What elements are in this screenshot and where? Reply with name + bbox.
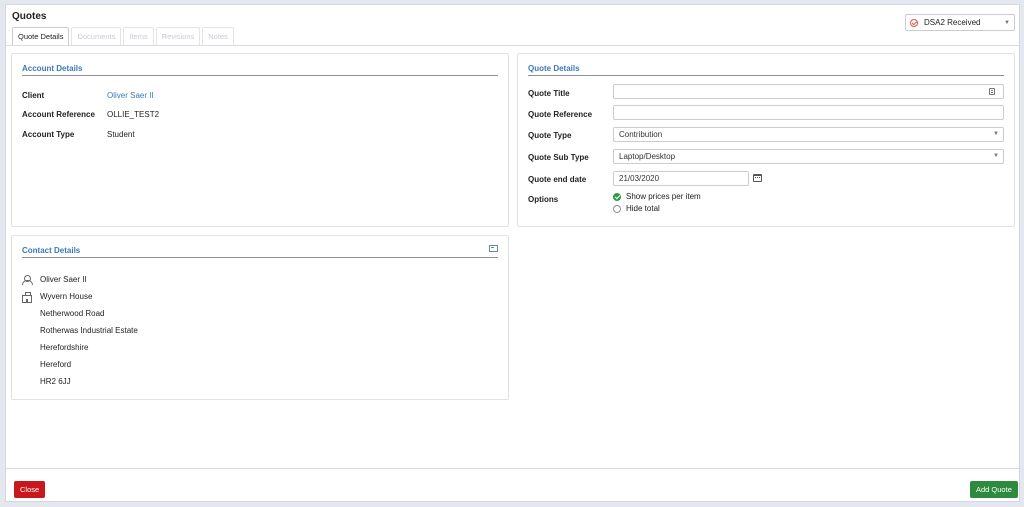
contact-details-title: Contact Details [22, 246, 81, 255]
check-circle-icon [910, 18, 918, 27]
client-link[interactable]: Oliver Saer II [107, 91, 154, 100]
account-type-value: Student [107, 130, 135, 139]
option-show-prices[interactable]: Show prices per item [613, 192, 701, 201]
account-type-label: Account Type [22, 130, 75, 139]
quote-title-input[interactable] [613, 84, 1004, 99]
panel-divider [22, 75, 498, 76]
quote-details-panel: Quote Details Quote Title Quote Referenc… [517, 53, 1015, 227]
address-line: Netherwood Road [40, 309, 105, 318]
tab-revisions[interactable]: Revisions [155, 27, 201, 46]
caret-down-icon: ▼ [993, 131, 999, 137]
quote-end-date-input[interactable]: 21/03/2020 [613, 171, 749, 186]
account-reference-value: OLLIE_TEST2 [107, 110, 160, 119]
address-line: Rotherwas Industrial Estate [40, 326, 138, 335]
person-icon [22, 275, 33, 285]
account-details-panel: Account Details Client Oliver Saer II Ac… [11, 53, 509, 227]
calendar-icon[interactable] [753, 174, 762, 182]
checked-radio-icon [613, 192, 621, 201]
status-select[interactable]: DSA2 Received ▼ [905, 14, 1015, 31]
tab-items[interactable]: Items [123, 27, 154, 46]
contact-name: Oliver Saer II [40, 275, 87, 284]
radio-icon [613, 204, 621, 213]
quote-reference-label: Quote Reference [528, 110, 593, 119]
option-hide-total[interactable]: Hide total [613, 204, 660, 213]
address-line: HR2 6JJ [40, 377, 71, 386]
panel-divider [22, 257, 498, 258]
quote-type-select[interactable]: Contribution ▼ [613, 127, 1004, 142]
account-reference-label: Account Reference [22, 110, 95, 119]
quote-type-label: Quote Type [528, 131, 572, 140]
page-title: Quotes [12, 11, 47, 22]
add-quote-button[interactable]: Add Quote [970, 481, 1018, 498]
tab-bar: Quote Details Documents Items Revisions … [12, 27, 236, 46]
quote-sub-type-label: Quote Sub Type [528, 153, 589, 162]
client-label: Client [22, 91, 45, 100]
account-details-title: Account Details [22, 64, 83, 73]
building-icon [22, 292, 32, 303]
quote-reference-input[interactable] [613, 105, 1004, 120]
document-icon [989, 88, 995, 95]
quote-details-title: Quote Details [528, 64, 580, 73]
quote-end-date-label: Quote end date [528, 175, 587, 184]
contact-card-icon[interactable] [489, 245, 498, 252]
panel-divider [528, 75, 1004, 76]
modal-footer: Close Add Quote [6, 468, 1019, 503]
contact-details-panel: Contact Details Oliver Saer II Wyvern Ho… [11, 235, 509, 400]
status-value: DSA2 Received [924, 18, 981, 27]
address-line: Hereford [40, 360, 72, 369]
tab-quote-details[interactable]: Quote Details [12, 27, 70, 46]
caret-down-icon: ▼ [993, 153, 999, 159]
tab-notes[interactable]: Notes [202, 27, 234, 46]
close-button[interactable]: Close [14, 481, 46, 498]
address-line: Wyvern House [40, 292, 93, 301]
address-line: Herefordshire [40, 343, 89, 352]
quote-sub-type-select[interactable]: Laptop/Desktop ▼ [613, 149, 1004, 164]
quote-title-label: Quote Title [528, 89, 570, 98]
options-label: Options [528, 195, 559, 204]
tabs-divider [6, 45, 1019, 46]
quote-modal: Quotes Quote Details Documents Items Rev… [5, 4, 1020, 502]
caret-down-icon: ▼ [1004, 19, 1010, 26]
tab-documents[interactable]: Documents [71, 27, 122, 46]
